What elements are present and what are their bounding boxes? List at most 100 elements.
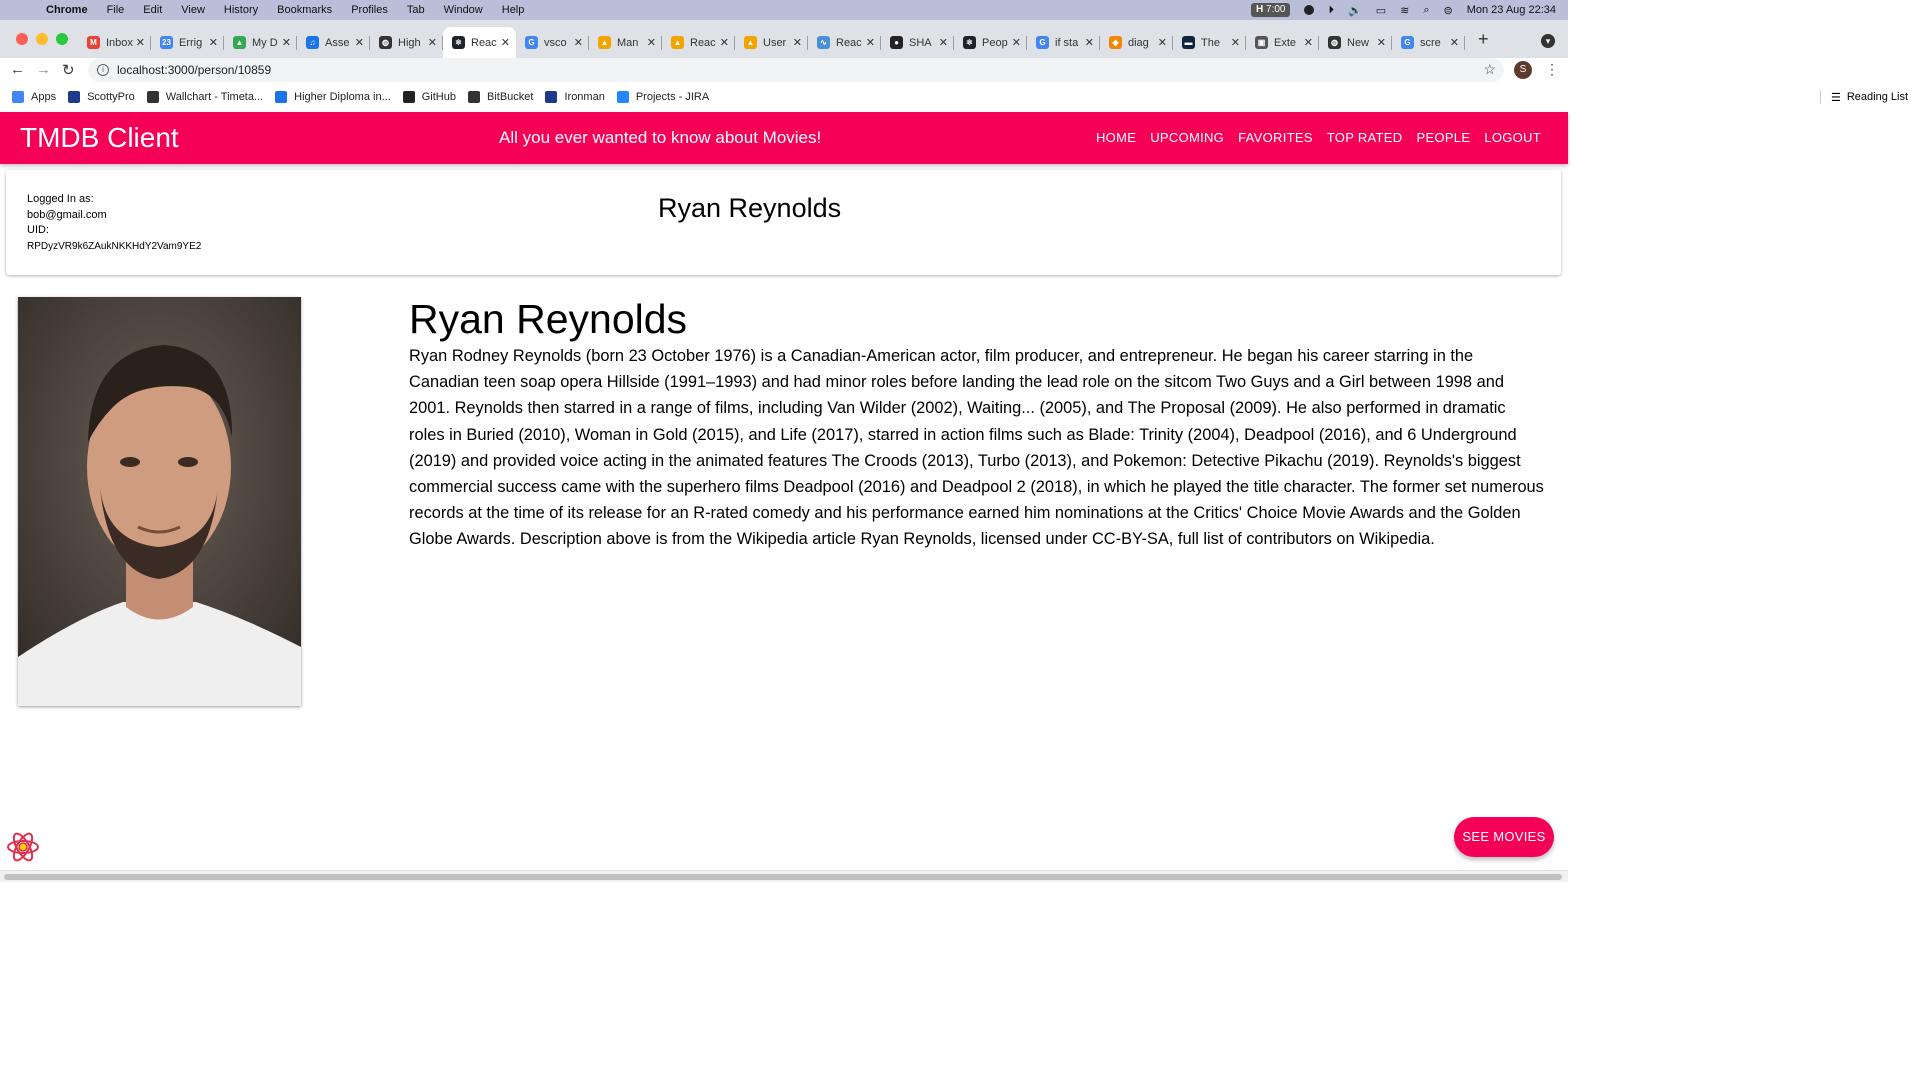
- status-area: H 7:00 ⏵ 🔊 ▭ ≋ ⌕ ⊜ Mon 23 Aug 22:34: [1251, 0, 1556, 20]
- bookmarks-bar: Apps ScottyPro Wallchart - Timeta... Higher…: [0, 84, 1568, 110]
- forward-arrow-icon[interactable]: →: [36, 61, 51, 78]
- site-info-icon[interactable]: i: [97, 64, 109, 76]
- scrollbar-thumb[interactable]: [4, 874, 1562, 880]
- browser-tab[interactable]: ▬ The ✕: [1173, 27, 1246, 58]
- browser-tab[interactable]: ◍ New ✕: [1319, 27, 1392, 58]
- tab-close-icon[interactable]: ✕: [793, 36, 802, 49]
- new-tab-button[interactable]: +: [1478, 29, 1489, 50]
- browser-tab[interactable]: ▲ Man ✕: [589, 27, 662, 58]
- address-bar[interactable]: i localhost:3000/person/10859 ☆: [88, 58, 1504, 82]
- menu-tab[interactable]: Tab: [407, 4, 425, 16]
- tab-close-icon[interactable]: ✕: [1377, 36, 1386, 49]
- see-movies-button[interactable]: SEE MOVIES: [1454, 817, 1554, 857]
- browser-tab[interactable]: ♫ Asse ✕: [297, 27, 370, 58]
- tab-close-icon[interactable]: ✕: [1085, 36, 1094, 49]
- react-devtools-icon[interactable]: [6, 830, 40, 864]
- close-window-button[interactable]: [16, 33, 28, 45]
- bookmark-item[interactable]: Projects - JIRA: [616, 91, 709, 103]
- browser-tab[interactable]: ⚛ Peop ✕: [954, 27, 1027, 58]
- browser-tab[interactable]: Gscre ✕: [1392, 27, 1465, 58]
- portrait-image: [18, 297, 301, 706]
- browser-tab[interactable]: Gif sta ✕: [1027, 27, 1100, 58]
- browser-tab[interactable]: ● SHA ✕: [881, 27, 954, 58]
- browser-tab[interactable]: ▲ My D ✕: [224, 27, 297, 58]
- battery-icon[interactable]: ▭: [1376, 4, 1386, 17]
- nav-upcoming[interactable]: UPCOMING: [1150, 130, 1224, 145]
- nav-favorites[interactable]: FAVORITES: [1238, 130, 1313, 145]
- tab-favicon-icon: ▬: [1182, 36, 1195, 49]
- tab-close-icon[interactable]: ✕: [136, 36, 145, 49]
- bookmark-item[interactable]: Ironman: [545, 91, 605, 103]
- back-arrow-icon[interactable]: ←: [10, 61, 25, 78]
- reload-icon[interactable]: ↻: [62, 61, 75, 79]
- horizontal-scrollbar[interactable]: [0, 870, 1568, 882]
- minimize-window-button[interactable]: [36, 33, 48, 45]
- address-url[interactable]: localhost:3000/person/10859: [117, 63, 271, 77]
- tab-close-icon[interactable]: ✕: [1304, 36, 1313, 49]
- spotlight-search-icon[interactable]: ⌕: [1423, 4, 1429, 17]
- browser-tab[interactable]: 23 Errig ✕: [151, 27, 224, 58]
- browser-tab[interactable]: ⚛ Reac ✕: [443, 27, 516, 58]
- browser-tab[interactable]: ◆ diag ✕: [1100, 27, 1173, 58]
- tab-close-icon[interactable]: ✕: [574, 36, 583, 49]
- person-biography: Ryan Rodney Reynolds (born 23 October 19…: [409, 347, 1544, 549]
- menu-file[interactable]: File: [107, 4, 125, 16]
- wifi-icon[interactable]: ≋: [1400, 4, 1409, 17]
- record-icon[interactable]: [1304, 5, 1315, 15]
- tab-close-icon[interactable]: ✕: [647, 36, 656, 49]
- browser-tab[interactable]: ▣ Exte ✕: [1246, 27, 1319, 58]
- bookmark-item[interactable]: Wallchart - Timeta...: [146, 91, 263, 103]
- menu-view[interactable]: View: [181, 4, 205, 16]
- nav-top-rated[interactable]: TOP RATED: [1327, 130, 1403, 145]
- tab-favicon-icon: ▲: [233, 36, 246, 49]
- reading-list-button[interactable]: ☰ Reading List: [1819, 90, 1908, 104]
- menu-profiles[interactable]: Profiles: [351, 4, 388, 16]
- menu-bookmarks[interactable]: Bookmarks: [277, 4, 332, 16]
- menu-chrome[interactable]: Chrome: [46, 4, 88, 16]
- tab-close-icon[interactable]: ✕: [1158, 36, 1167, 49]
- tab-close-icon[interactable]: ✕: [1450, 36, 1459, 49]
- tab-search-icon[interactable]: ▾: [1541, 34, 1555, 48]
- bookmark-item[interactable]: Higher Diploma in...: [275, 91, 391, 103]
- tab-close-icon[interactable]: ✕: [939, 36, 948, 49]
- bookmark-item[interactable]: Apps: [12, 91, 56, 103]
- browser-tab[interactable]: ▲ User ✕: [735, 27, 808, 58]
- bookmark-star-icon[interactable]: ☆: [1483, 61, 1496, 78]
- control-center-icon[interactable]: ⊜: [1443, 4, 1452, 17]
- tab-close-icon[interactable]: ✕: [209, 36, 218, 49]
- chrome-menu-icon[interactable]: ⋮: [1545, 61, 1559, 78]
- bookmark-item[interactable]: GitHub: [402, 91, 456, 103]
- tab-close-icon[interactable]: ✕: [1012, 36, 1021, 49]
- menu-help[interactable]: Help: [502, 4, 525, 16]
- tab-close-icon[interactable]: ✕: [501, 36, 510, 49]
- tab-close-icon[interactable]: ✕: [866, 36, 875, 49]
- nav-people[interactable]: PEOPLE: [1416, 130, 1470, 145]
- browser-tab[interactable]: ∿ Reac ✕: [808, 27, 881, 58]
- login-info: Logged In as: bob@gmail.com UID: RPDyzVR…: [27, 192, 201, 254]
- profile-avatar[interactable]: S: [1514, 61, 1532, 79]
- clock[interactable]: Mon 23 Aug 22:34: [1467, 4, 1556, 16]
- tab-favicon-icon: M: [87, 36, 100, 49]
- tab-close-icon[interactable]: ✕: [282, 36, 291, 49]
- menu-window[interactable]: Window: [444, 4, 483, 16]
- tab-label: Asse: [325, 36, 350, 49]
- volume-icon[interactable]: 🔊: [1348, 4, 1362, 17]
- browser-tab[interactable]: Gvsco ✕: [516, 27, 589, 58]
- bookmark-item[interactable]: BitBucket: [468, 91, 533, 103]
- menu-history[interactable]: History: [224, 4, 258, 16]
- menu-edit[interactable]: Edit: [143, 4, 162, 16]
- tab-close-icon[interactable]: ✕: [355, 36, 364, 49]
- browser-tab[interactable]: ◍ High ✕: [370, 27, 443, 58]
- nav-logout[interactable]: LOGOUT: [1484, 130, 1541, 145]
- tab-close-icon[interactable]: ✕: [720, 36, 729, 49]
- tab-close-icon[interactable]: ✕: [1231, 36, 1240, 49]
- zoom-window-button[interactable]: [56, 33, 68, 45]
- browser-tab[interactable]: ▲ Reac ✕: [662, 27, 735, 58]
- bookmark-item[interactable]: ScottyPro: [68, 91, 135, 103]
- tab-close-icon[interactable]: ✕: [428, 36, 437, 49]
- play-icon[interactable]: ⏵: [1328, 4, 1334, 17]
- nav-home[interactable]: HOME: [1096, 130, 1136, 145]
- timer-badge[interactable]: H 7:00: [1251, 3, 1291, 17]
- uid-label: UID:: [27, 224, 49, 236]
- browser-tab[interactable]: M Inbox ✕: [78, 27, 151, 58]
